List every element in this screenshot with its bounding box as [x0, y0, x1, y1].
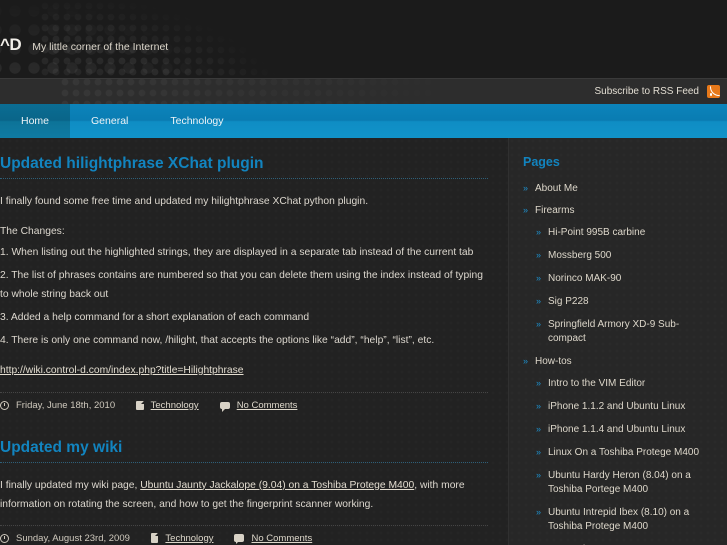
list-item: Springfield Armory XD-9 Sub-compact	[534, 317, 715, 346]
clock-icon	[0, 533, 9, 543]
page-icon	[150, 533, 159, 543]
list-item: How-tos Intro to the VIM Editor iPhone 1…	[521, 354, 715, 545]
post-category-link[interactable]: Technology	[151, 400, 199, 411]
sidebar-item-mossberg-500[interactable]: Mossberg 500	[534, 248, 715, 263]
sidebar-item-springfield-armory-xd-9[interactable]: Springfield Armory XD-9 Sub-compact	[534, 317, 715, 346]
list-item: Linux On a Toshiba Protege M400	[534, 445, 715, 460]
site-brand[interactable]: ^D My little corner of the Internet	[0, 36, 168, 53]
site-logo: ^D	[0, 35, 22, 54]
post-change-item: 1. When listing out the highlighted stri…	[0, 246, 474, 258]
main-content: Updated hilightphrase XChat plugin I fin…	[0, 138, 508, 545]
post-intro-paragraph: I finally found some free time and updat…	[0, 195, 369, 207]
page-root: ^D My little corner of the Internet Subs…	[0, 0, 727, 545]
site-banner: ^D My little corner of the Internet	[0, 0, 727, 78]
page-icon	[136, 400, 144, 411]
comment-icon	[234, 534, 245, 544]
sidebar-item-linux-toshiba-protege-m400[interactable]: Linux On a Toshiba Protege M400	[534, 445, 715, 460]
sidebar-item-about-me[interactable]: About Me	[521, 181, 715, 196]
post-meta: Sunday, August 23rd, 2009 Technology No …	[0, 524, 488, 544]
sidebar-item-ubuntu-intrepid-ibex-protege-m400[interactable]: Ubuntu Intrepid Ibex (8.10) on a Toshiba…	[534, 505, 715, 534]
list-item: Ubuntu Hardy Heron (8.04) on a Toshiba P…	[534, 468, 715, 497]
sidebar-item-iphone-112-ubuntu-linux[interactable]: iPhone 1.1.2 and Ubuntu Linux	[534, 399, 715, 414]
site-tagline: My little corner of the Internet	[32, 41, 169, 53]
comment-icon	[219, 401, 230, 412]
post-article: Updated hilightphrase XChat plugin I fin…	[0, 155, 488, 412]
list-item: Ubuntu Intrepid Ibex (8.10) on a Toshiba…	[534, 505, 715, 534]
post-article: Updated my wiki I finally updated my wik…	[0, 439, 488, 544]
rss-icon[interactable]	[707, 85, 720, 98]
sidebar-item-sig-p228[interactable]: Sig P228	[534, 294, 715, 309]
post-body: I finally updated my wiki page, Ubuntu J…	[0, 463, 488, 514]
clock-icon	[0, 400, 9, 410]
list-item: Intro to the VIM Editor	[534, 376, 715, 391]
post-paragraph: I finally updated my wiki page, Ubuntu J…	[0, 476, 488, 514]
post-change-item: 3. Added a help command for a short expl…	[0, 311, 310, 323]
sidebar-sublist-firearms: Hi-Point 995B carbine Mossberg 500 Norin…	[521, 225, 715, 346]
post-wiki-link[interactable]: http://wiki.control-d.com/index.php?titl…	[0, 365, 244, 376]
nav-item-home[interactable]: Home	[0, 104, 71, 138]
post-date: Sunday, August 23rd, 2009	[16, 532, 130, 544]
post-comments-link[interactable]: No Comments	[251, 533, 312, 544]
post-external-link-row: http://wiki.control-d.com/index.php?titl…	[0, 360, 488, 378]
post-text-before: I finally updated my wiki page,	[0, 479, 141, 491]
main-navigation: Home General Technology	[0, 104, 727, 138]
sidebar-item-ubuntu-hardy-heron-portege-m400[interactable]: Ubuntu Hardy Heron (8.04) on a Toshiba P…	[534, 468, 715, 497]
post-comments-link[interactable]: No Comments	[237, 400, 298, 411]
sidebar-widget-title: Pages	[523, 155, 560, 169]
sidebar-item-iphone-114-ubuntu-linux[interactable]: iPhone 1.1.4 and Ubuntu Linux	[534, 422, 715, 437]
content-layout: Updated hilightphrase XChat plugin I fin…	[0, 138, 727, 545]
post-body: I finally found some free time and updat…	[0, 179, 488, 378]
sidebar-sublist-how-tos: Intro to the VIM Editor iPhone 1.1.2 and…	[521, 376, 715, 545]
post-inline-link[interactable]: Ubuntu Jaunty Jackalope (9.04) on a Tosh…	[140, 480, 414, 491]
list-item: About Me	[521, 181, 715, 196]
nav-item-technology[interactable]: Technology	[149, 104, 244, 138]
sidebar-item-firearms[interactable]: Firearms	[521, 203, 715, 218]
sidebar: Pages About Me Firearms Hi-Point 995B ca…	[508, 138, 727, 545]
list-item: Mossberg 500	[534, 248, 715, 263]
sidebar-item-how-tos[interactable]: How-tos	[521, 354, 715, 369]
post-change-item: 2. The list of phrases contains are numb…	[0, 269, 483, 300]
list-item: iPhone 1.1.4 and Ubuntu Linux	[534, 422, 715, 437]
list-item: Firearms Hi-Point 995B carbine Mossberg …	[521, 203, 715, 346]
list-item: Sig P228	[534, 294, 715, 309]
post-category-link[interactable]: Technology	[165, 533, 213, 544]
post-changes-label: The Changes:	[0, 225, 65, 237]
sidebar-item-intro-to-the-vim-editor[interactable]: Intro to the VIM Editor	[534, 376, 715, 391]
sidebar-item-hi-point-995b-carbine[interactable]: Hi-Point 995B carbine	[534, 225, 715, 240]
list-item: Norinco MAK-90	[534, 271, 715, 286]
post-title-link[interactable]: Updated hilightphrase XChat plugin	[0, 155, 488, 179]
nav-item-general[interactable]: General	[70, 104, 149, 138]
post-change-item: 4. There is only one command now, /hilig…	[0, 334, 435, 346]
list-item: Hi-Point 995B carbine	[534, 225, 715, 240]
post-title-link[interactable]: Updated my wiki	[0, 439, 488, 463]
sidebar-item-norinco-mak-90[interactable]: Norinco MAK-90	[534, 271, 715, 286]
rss-bar: Subscribe to RSS Feed	[0, 78, 727, 104]
subscribe-rss-link[interactable]: Subscribe to RSS Feed	[595, 86, 700, 97]
post-date: Friday, June 18th, 2010	[16, 399, 116, 411]
rss-bar-dot-pattern	[60, 79, 480, 104]
list-item: iPhone 1.1.2 and Ubuntu Linux	[534, 399, 715, 414]
post-meta: Friday, June 18th, 2010 Technology No Co…	[0, 391, 488, 412]
sidebar-page-list: About Me Firearms Hi-Point 995B carbine …	[521, 181, 715, 545]
